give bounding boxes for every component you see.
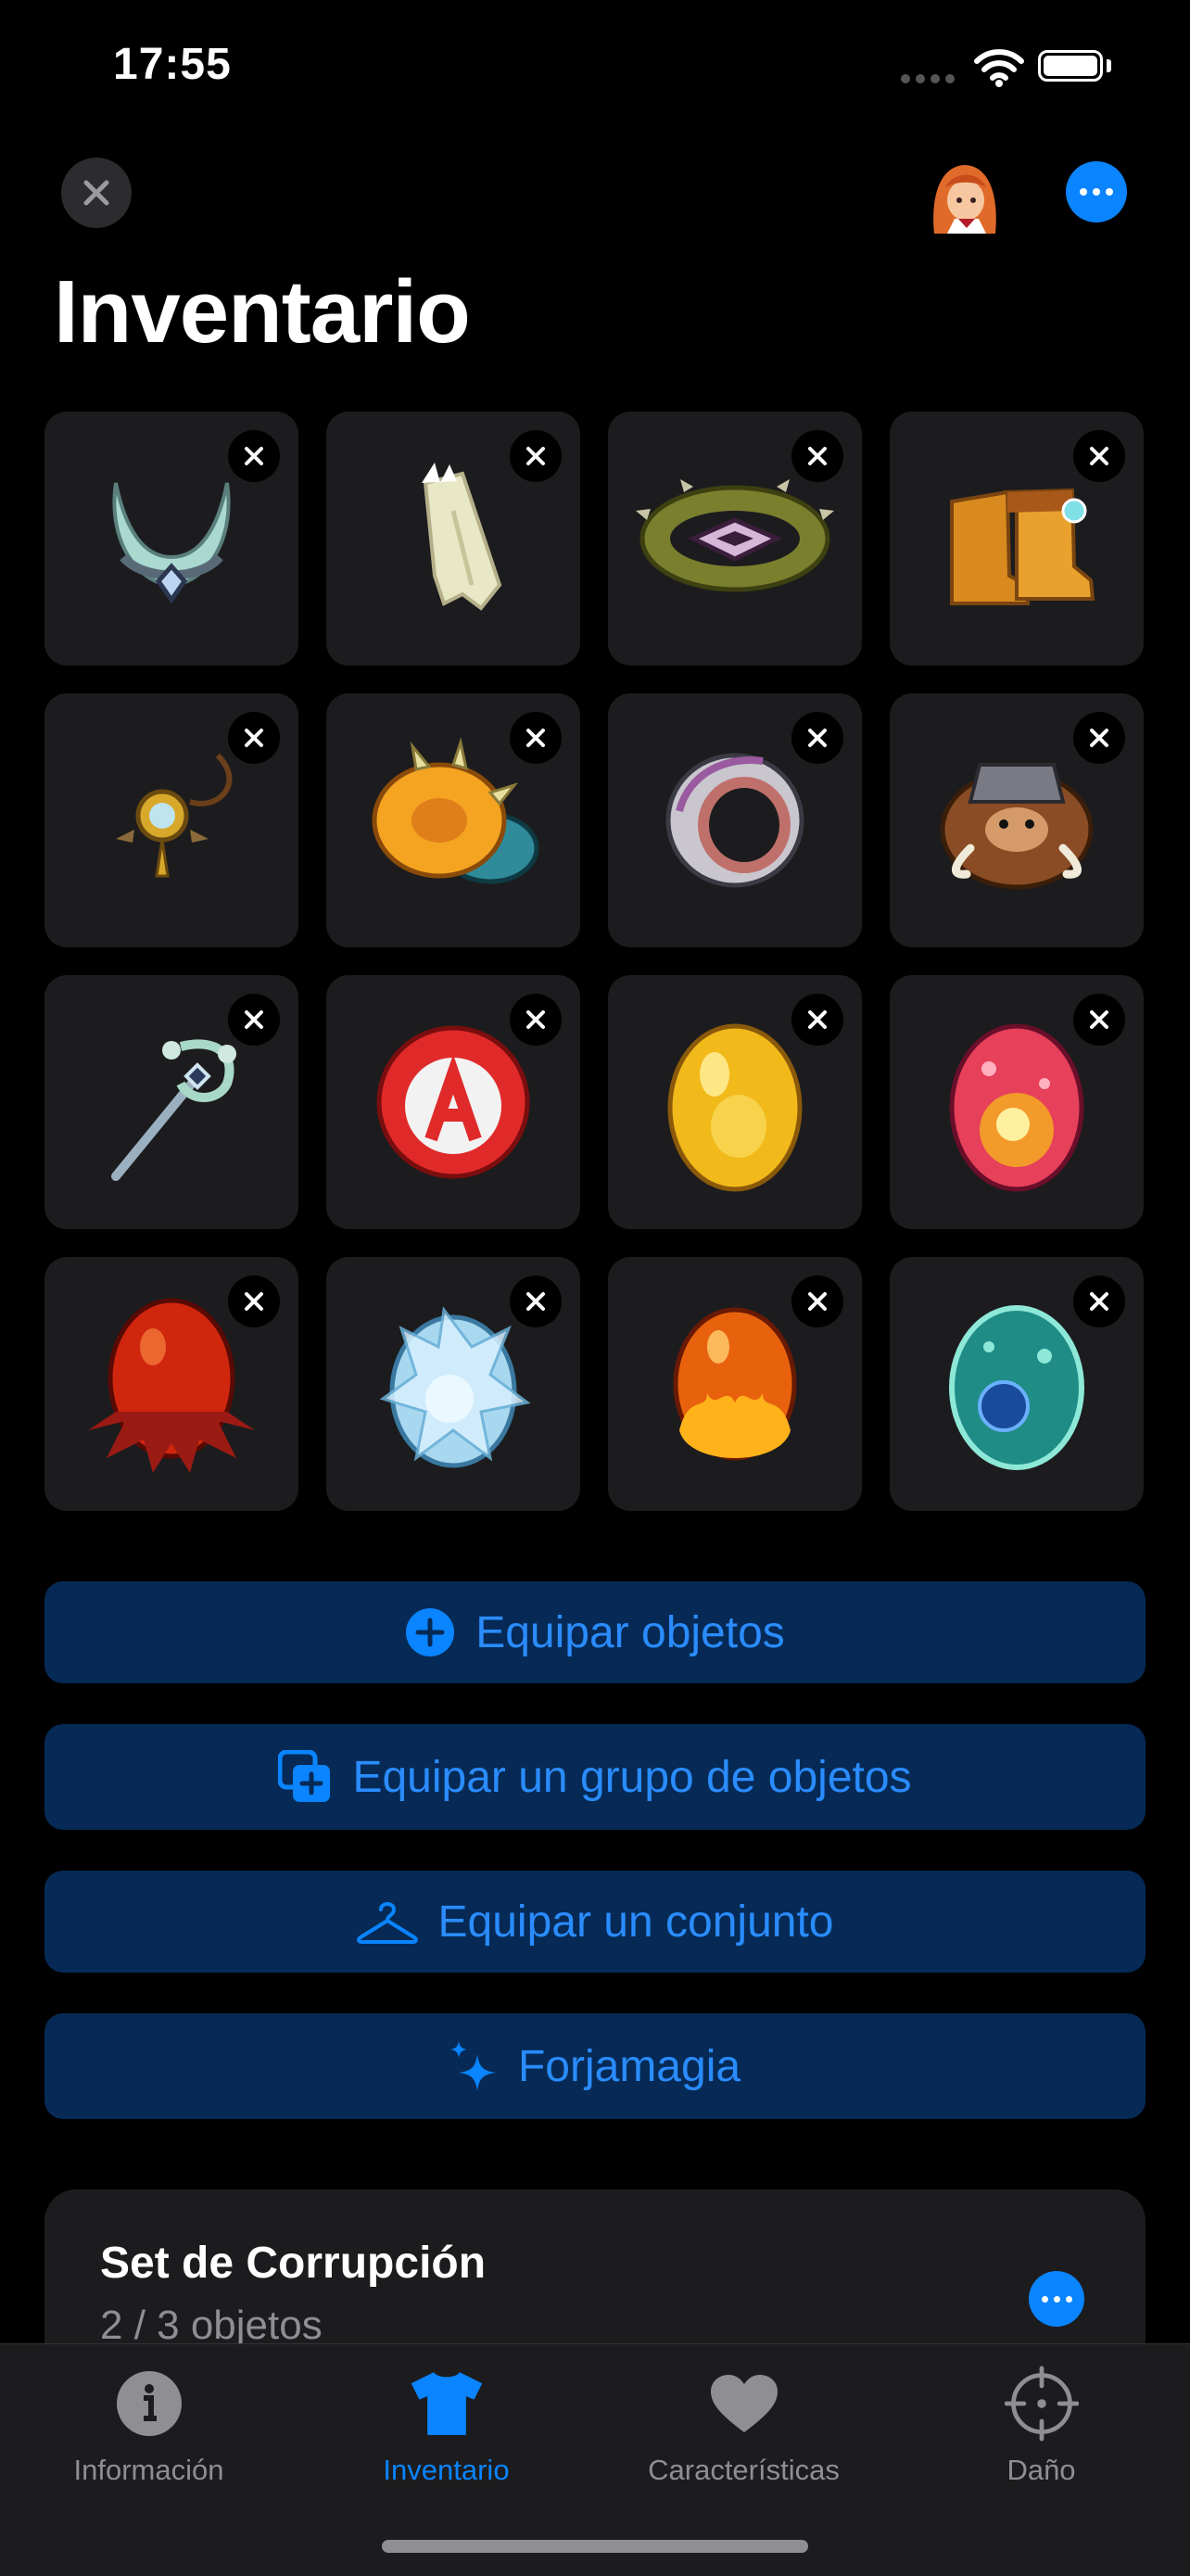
close-icon — [808, 1010, 827, 1029]
tab-dano[interactable]: Daño — [892, 2366, 1190, 2487]
character-avatar[interactable] — [921, 159, 1005, 234]
battery-tip — [1107, 59, 1111, 72]
inventory-item[interactable] — [44, 412, 298, 666]
close-icon — [808, 729, 827, 747]
remove-item-button[interactable] — [228, 712, 280, 764]
plus-circle-icon — [405, 1607, 455, 1657]
inventory-item[interactable] — [44, 693, 298, 947]
inventory-item[interactable] — [326, 1257, 580, 1511]
ellipsis-icon — [1080, 188, 1113, 196]
wifi-icon — [974, 49, 1024, 87]
crosshair-icon — [1004, 2366, 1079, 2442]
close-icon — [83, 180, 109, 206]
status-bar: 17:55 — [0, 0, 1190, 130]
close-icon — [245, 447, 263, 465]
equip-items-label: Equipar objetos — [475, 1607, 785, 1657]
battery-icon — [1038, 50, 1103, 82]
forgemagic-button[interactable]: Forjamagia — [44, 2013, 1146, 2119]
inventory-item[interactable] — [608, 1257, 862, 1511]
sparkles-icon — [449, 2039, 498, 2093]
heart-icon — [707, 2367, 781, 2441]
equip-group-label: Equipar un grupo de objetos — [352, 1752, 912, 1802]
close-icon — [1090, 1292, 1108, 1311]
close-icon — [526, 729, 545, 747]
close-icon — [245, 1010, 263, 1029]
remove-item-button[interactable] — [228, 430, 280, 482]
remove-item-button[interactable] — [510, 994, 562, 1046]
set-more-button[interactable] — [1029, 2271, 1084, 2327]
info-circle-icon — [112, 2367, 186, 2441]
remove-item-button[interactable] — [228, 1275, 280, 1327]
inventory-item[interactable] — [608, 693, 862, 947]
equip-set-button[interactable]: Equipar un conjunto — [44, 1871, 1146, 1973]
inventory-item[interactable] — [44, 975, 298, 1229]
close-button[interactable] — [61, 158, 132, 228]
close-icon — [1090, 447, 1108, 465]
tshirt-icon — [410, 2367, 484, 2441]
tab-label: Características — [648, 2454, 840, 2486]
inventory-grid — [44, 412, 1146, 1511]
remove-item-button[interactable] — [791, 1275, 843, 1327]
page-title: Inventario — [54, 262, 471, 362]
close-icon — [526, 447, 545, 465]
ellipsis-icon — [1041, 2295, 1072, 2303]
equip-group-button[interactable]: Equipar un grupo de objetos — [44, 1724, 1146, 1830]
tab-informacion[interactable]: Información — [0, 2367, 298, 2487]
remove-item-button[interactable] — [510, 1275, 562, 1327]
equip-items-button[interactable]: Equipar objetos — [44, 1581, 1146, 1683]
close-icon — [245, 729, 263, 747]
inventory-item[interactable] — [608, 412, 862, 666]
close-icon — [808, 447, 827, 465]
inventory-item[interactable] — [890, 693, 1144, 947]
forgemagic-label: Forjamagia — [517, 2041, 741, 2091]
close-icon — [526, 1292, 545, 1311]
remove-item-button[interactable] — [1073, 1275, 1125, 1327]
remove-item-button[interactable] — [791, 712, 843, 764]
remove-item-button[interactable] — [1073, 430, 1125, 482]
remove-item-button[interactable] — [510, 712, 562, 764]
set-title: Set de Corrupción — [100, 2239, 487, 2288]
remove-item-button[interactable] — [1073, 712, 1125, 764]
tab-label: Daño — [1006, 2454, 1076, 2486]
inventory-item[interactable] — [890, 1257, 1144, 1511]
remove-item-button[interactable] — [1073, 994, 1125, 1046]
inventory-item[interactable] — [890, 975, 1144, 1229]
plus-square-stack-icon — [278, 1750, 332, 1804]
remove-item-button[interactable] — [791, 994, 843, 1046]
remove-item-button[interactable] — [510, 430, 562, 482]
close-icon — [808, 1292, 827, 1311]
close-icon — [1090, 1010, 1108, 1029]
close-icon — [1090, 729, 1108, 747]
more-options-button[interactable] — [1066, 161, 1127, 222]
remove-item-button[interactable] — [228, 994, 280, 1046]
tab-label: Inventario — [383, 2454, 510, 2486]
hanger-icon — [356, 1898, 418, 1945]
inventory-item[interactable] — [326, 412, 580, 666]
tab-caracteristicas[interactable]: Características — [595, 2367, 892, 2487]
tab-inventario[interactable]: Inventario — [298, 2367, 595, 2487]
equip-set-label: Equipar un conjunto — [437, 1897, 834, 1947]
cellular-signal-icon — [901, 74, 955, 83]
inventory-item[interactable] — [326, 975, 580, 1229]
inventory-item[interactable] — [326, 693, 580, 947]
tab-label: Información — [73, 2454, 224, 2486]
set-subtitle: 2 / 3 objetos — [100, 2303, 323, 2348]
inventory-item[interactable] — [44, 1257, 298, 1511]
inventory-item[interactable] — [608, 975, 862, 1229]
inventory-item[interactable] — [890, 412, 1144, 666]
home-indicator[interactable] — [382, 2540, 808, 2553]
close-icon — [245, 1292, 263, 1311]
close-icon — [526, 1010, 545, 1029]
status-time: 17:55 — [113, 40, 232, 89]
remove-item-button[interactable] — [791, 430, 843, 482]
